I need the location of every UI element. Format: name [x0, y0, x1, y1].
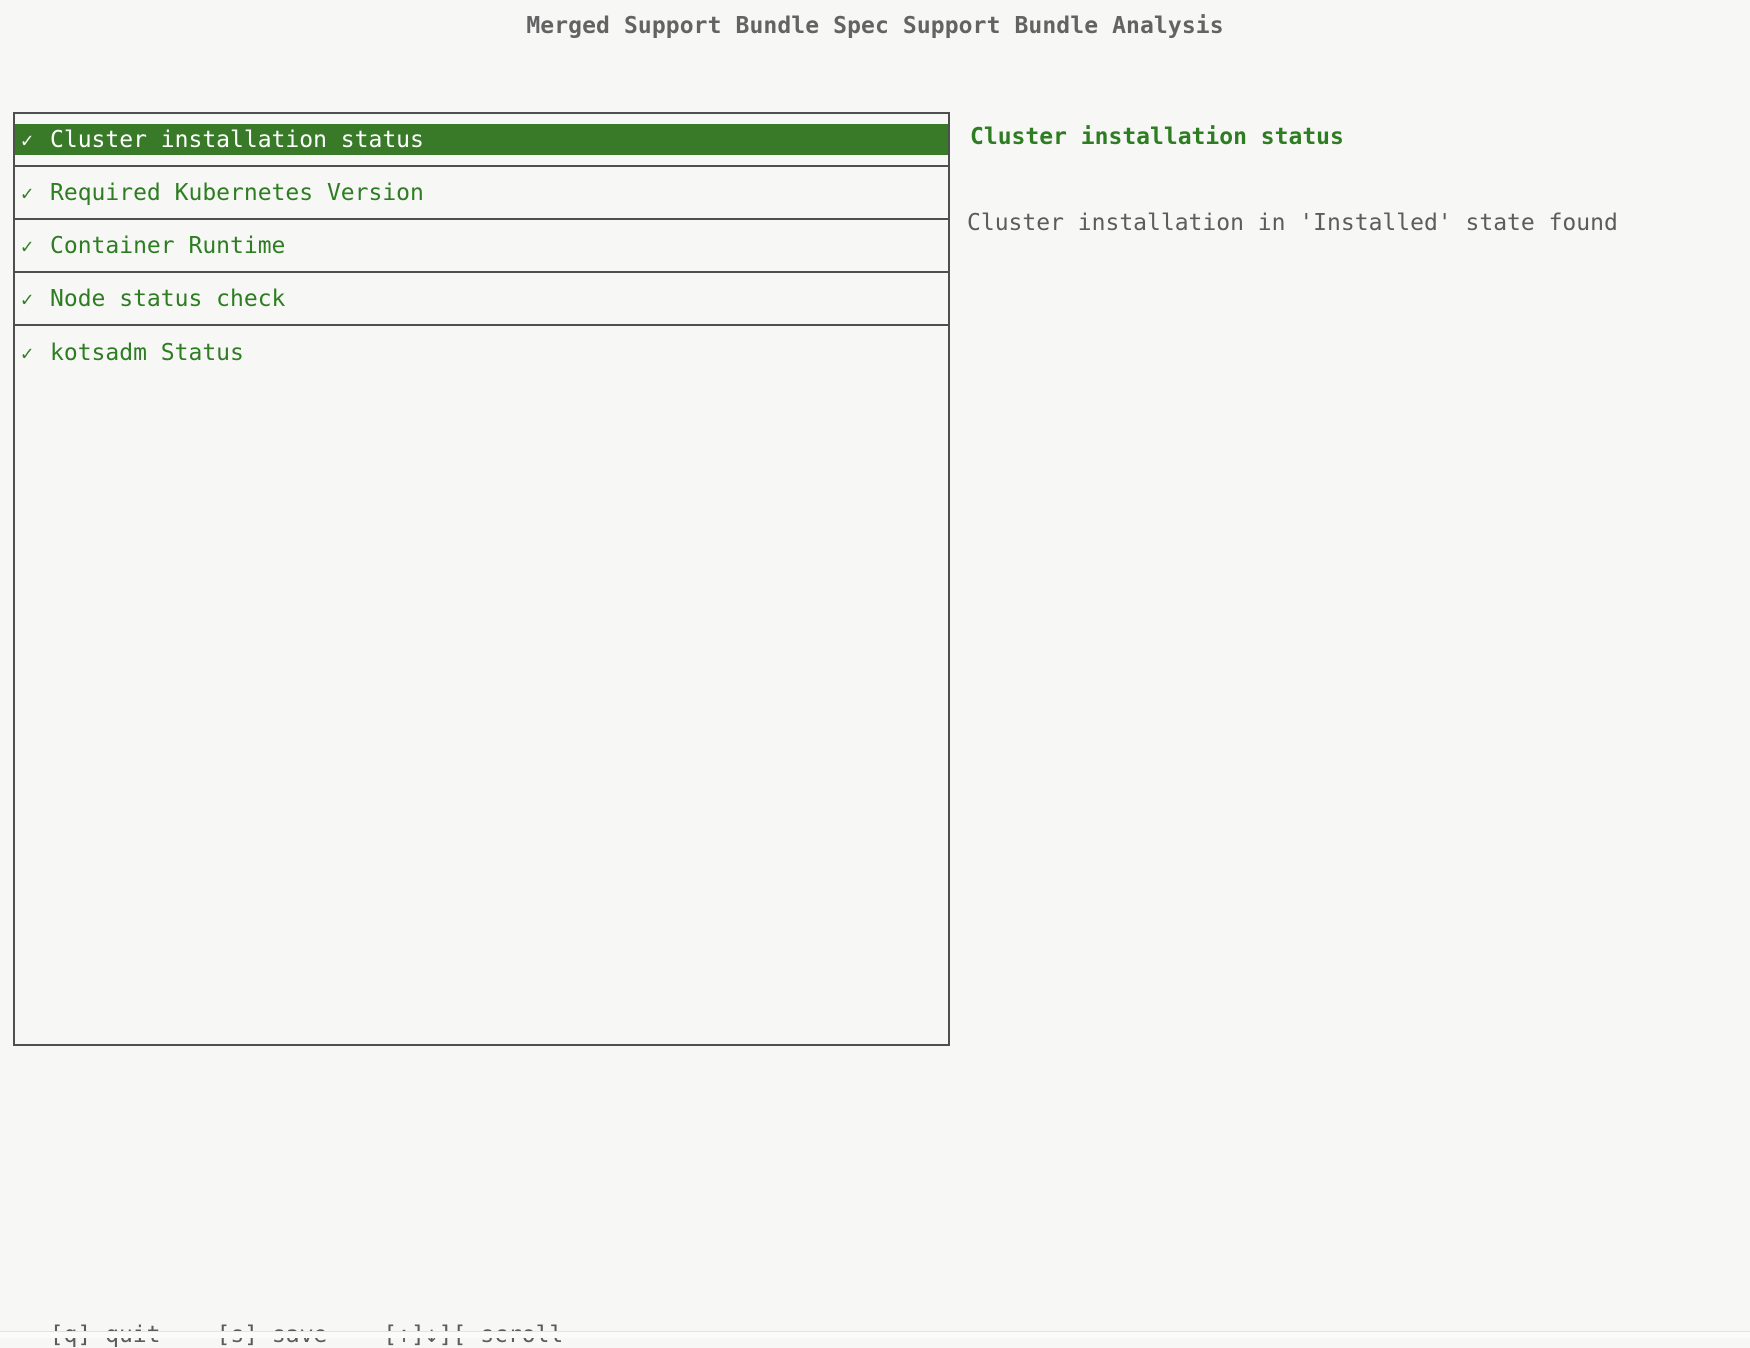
window-bottom-edge — [0, 1331, 1750, 1338]
check-icon: ✓ — [15, 289, 50, 309]
analyzer-list[interactable]: ✓ Cluster installation status ✓ Required… — [13, 112, 950, 1046]
analyzer-item-label: Cluster installation status — [50, 127, 424, 153]
analyzer-row-bar: ✓ Cluster installation status — [15, 124, 948, 155]
analyzer-row-bar: ✓ Node status check — [15, 283, 948, 314]
detail-panel-title: Cluster installation status — [970, 124, 1344, 150]
check-icon: ✓ — [15, 183, 50, 203]
analyzer-item-label: Container Runtime — [50, 233, 285, 259]
analyzer-list-item[interactable]: ✓ Container Runtime — [15, 220, 948, 273]
analyzer-item-label: Node status check — [50, 286, 285, 312]
analyzer-row-bar: ✓ Required Kubernetes Version — [15, 177, 948, 208]
footer-keybar: [q] quit[s] save[↑]↓][ scroll — [22, 1296, 563, 1348]
check-icon: ✓ — [15, 130, 50, 150]
analyzer-row-bar: ✓ kotsadm Status — [15, 337, 948, 368]
analyzer-item-label: kotsadm Status — [50, 340, 244, 366]
detail-panel-message: Cluster installation in 'Installed' stat… — [967, 210, 1618, 236]
page-title: Merged Support Bundle Spec Support Bundl… — [0, 13, 1750, 39]
analyzer-list-item[interactable]: ✓ kotsadm Status — [15, 326, 948, 379]
check-icon: ✓ — [15, 236, 50, 256]
check-icon: ✓ — [15, 343, 50, 363]
analyzer-row-bar: ✓ Container Runtime — [15, 230, 948, 261]
analyzer-item-label: Required Kubernetes Version — [50, 180, 424, 206]
analyzer-list-item[interactable]: ✓ Node status check — [15, 273, 948, 326]
analyzer-list-item[interactable]: ✓ Required Kubernetes Version — [15, 167, 948, 220]
analyzer-list-item[interactable]: ✓ Cluster installation status — [15, 114, 948, 167]
